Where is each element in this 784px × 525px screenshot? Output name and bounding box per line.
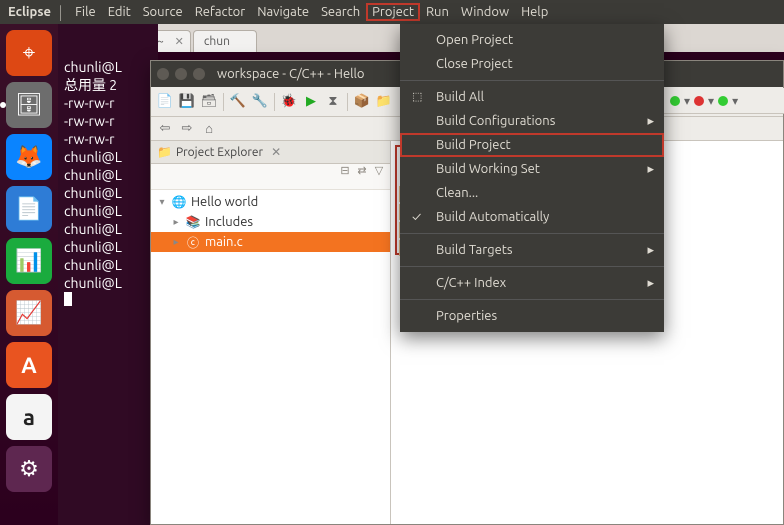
menu-run[interactable]: Run	[420, 3, 455, 21]
close-icon[interactable]: ✕	[175, 35, 184, 48]
tree-project-root[interactable]: ▾ 🌐 Hello world	[151, 192, 390, 212]
project-explorer-header: 📁 Project Explorer ✕ ⊟ ⇄ ▽	[151, 141, 390, 164]
menu-item-build-project[interactable]: Build Project	[400, 133, 664, 157]
wrench-icon[interactable]: 🔧	[252, 94, 268, 110]
menu-item-c-c-index[interactable]: C/C++ Index	[400, 271, 664, 295]
launcher-impress-icon[interactable]: 📈	[6, 290, 52, 336]
save-icon[interactable]: 💾	[179, 94, 195, 110]
launcher-calc-icon[interactable]: 📊	[6, 238, 52, 284]
eclipse-title: workspace - C/C++ - Hello	[217, 67, 365, 81]
menu-file[interactable]: File	[69, 3, 102, 21]
expand-icon[interactable]: ▾	[157, 196, 167, 208]
home-icon[interactable]: ⌂	[201, 121, 217, 137]
project-explorer-panel: 📁 Project Explorer ✕ ⊟ ⇄ ▽ ▾ 🌐 Hello wor…	[151, 141, 391, 524]
launcher-settings-icon[interactable]: ⚙	[6, 446, 52, 492]
tree-includes[interactable]: ▸ 📚 Includes	[151, 212, 390, 232]
menu-search[interactable]: Search	[315, 3, 366, 21]
includes-label: Includes	[205, 215, 253, 229]
new-icon[interactable]: 📄	[157, 94, 173, 110]
terminal-window[interactable]: chunli@L 总用量 2 -rw-rw-r -rw-rw-r -rw-rw-…	[58, 24, 158, 525]
window-max-icon[interactable]	[193, 68, 205, 80]
menu-project[interactable]: Project	[366, 3, 420, 21]
view-menu-icon[interactable]: ▽	[372, 163, 386, 177]
menu-edit[interactable]: Edit	[102, 3, 137, 21]
unity-launcher: ⌖ 🗄 🦊 📄 📊 📈 A a ⚙	[0, 24, 58, 525]
new-class-icon[interactable]: 📦	[354, 94, 370, 110]
menu-divider	[400, 299, 664, 300]
menu-source[interactable]: Source	[137, 3, 189, 21]
launcher-files-icon[interactable]: 🗄	[6, 82, 52, 128]
expand-icon[interactable]: ▸	[171, 236, 181, 248]
fwd-icon[interactable]: ⇨	[179, 121, 195, 137]
debug-icon[interactable]: 🐞	[281, 94, 297, 110]
run-icon[interactable]: ▶	[303, 94, 319, 110]
launcher-amazon-icon[interactable]: a	[6, 394, 52, 440]
window-close-icon[interactable]	[157, 68, 169, 80]
status-green-icon[interactable]	[670, 96, 680, 106]
menu-item-build-all[interactable]: Build All	[400, 85, 664, 109]
launcher-firefox-icon[interactable]: 🦊	[6, 134, 52, 180]
launcher-writer-icon[interactable]: 📄	[6, 186, 52, 232]
menu-item-clean-[interactable]: Clean...	[400, 181, 664, 205]
profile-icon[interactable]: ⧗	[325, 94, 341, 110]
view-pin-icon[interactable]: ✕	[271, 145, 281, 159]
menu-help[interactable]: Help	[515, 3, 554, 21]
new-folder-icon[interactable]: 📁	[376, 94, 392, 110]
status-red-icon[interactable]	[694, 96, 704, 106]
includes-icon: 📚	[185, 215, 201, 229]
status-green-icon[interactable]	[718, 96, 728, 106]
eclipse-toolbar-right: ▾ ▾ ▾	[664, 88, 784, 114]
c-file-icon: ⓒ	[185, 234, 201, 251]
menu-item-properties[interactable]: Properties	[400, 304, 664, 328]
system-menubar: Eclipse │ FileEditSourceRefactorNavigate…	[0, 0, 784, 24]
menu-item-build-working-set[interactable]: Build Working Set	[400, 157, 664, 181]
launcher-dash-icon[interactable]: ⌖	[6, 30, 52, 76]
expand-icon[interactable]: ▸	[171, 216, 181, 228]
window-min-icon[interactable]	[175, 68, 187, 80]
menu-navigate[interactable]: Navigate	[251, 3, 315, 21]
menu-item-open-project[interactable]: Open Project	[400, 28, 664, 52]
menu-item-close-project[interactable]: Close Project	[400, 52, 664, 76]
menu-item-build-automatically[interactable]: Build Automatically	[400, 205, 664, 229]
app-name: Eclipse	[8, 5, 51, 19]
menu-refactor[interactable]: Refactor	[189, 3, 252, 21]
project-menu-dropdown: Open ProjectClose ProjectBuild AllBuild …	[400, 24, 664, 332]
project-name: Hello world	[191, 195, 258, 209]
menu-item-build-targets[interactable]: Build Targets	[400, 238, 664, 262]
project-tree: ▾ 🌐 Hello world ▸ 📚 Includes ▸ ⓒ main.c	[151, 190, 390, 254]
link-editor-icon[interactable]: ⇄	[355, 163, 369, 177]
menu-window[interactable]: Window	[455, 3, 515, 21]
tab[interactable]: chun	[193, 30, 257, 52]
save-all-icon[interactable]: 🗃	[201, 94, 217, 110]
c-project-icon: 🌐	[171, 195, 187, 209]
launcher-software-icon[interactable]: A	[6, 342, 52, 388]
build-icon[interactable]: 🔨	[230, 94, 246, 110]
menu-item-build-configurations[interactable]: Build Configurations	[400, 109, 664, 133]
menu-divider	[400, 266, 664, 267]
tree-main-c[interactable]: ▸ ⓒ main.c	[151, 232, 390, 252]
folder-icon: 📁	[157, 145, 172, 159]
menu-divider	[400, 233, 664, 234]
menubar-separator: │	[57, 5, 65, 20]
collapse-all-icon[interactable]: ⊟	[338, 163, 352, 177]
terminal-cursor	[64, 292, 72, 306]
file-name: main.c	[205, 235, 243, 249]
project-explorer-title: Project Explorer	[176, 146, 263, 159]
terminal-output: chunli@L 总用量 2 -rw-rw-r -rw-rw-r -rw-rw-…	[64, 58, 152, 292]
menu-divider	[400, 80, 664, 81]
back-icon[interactable]: ⇦	[157, 121, 173, 137]
